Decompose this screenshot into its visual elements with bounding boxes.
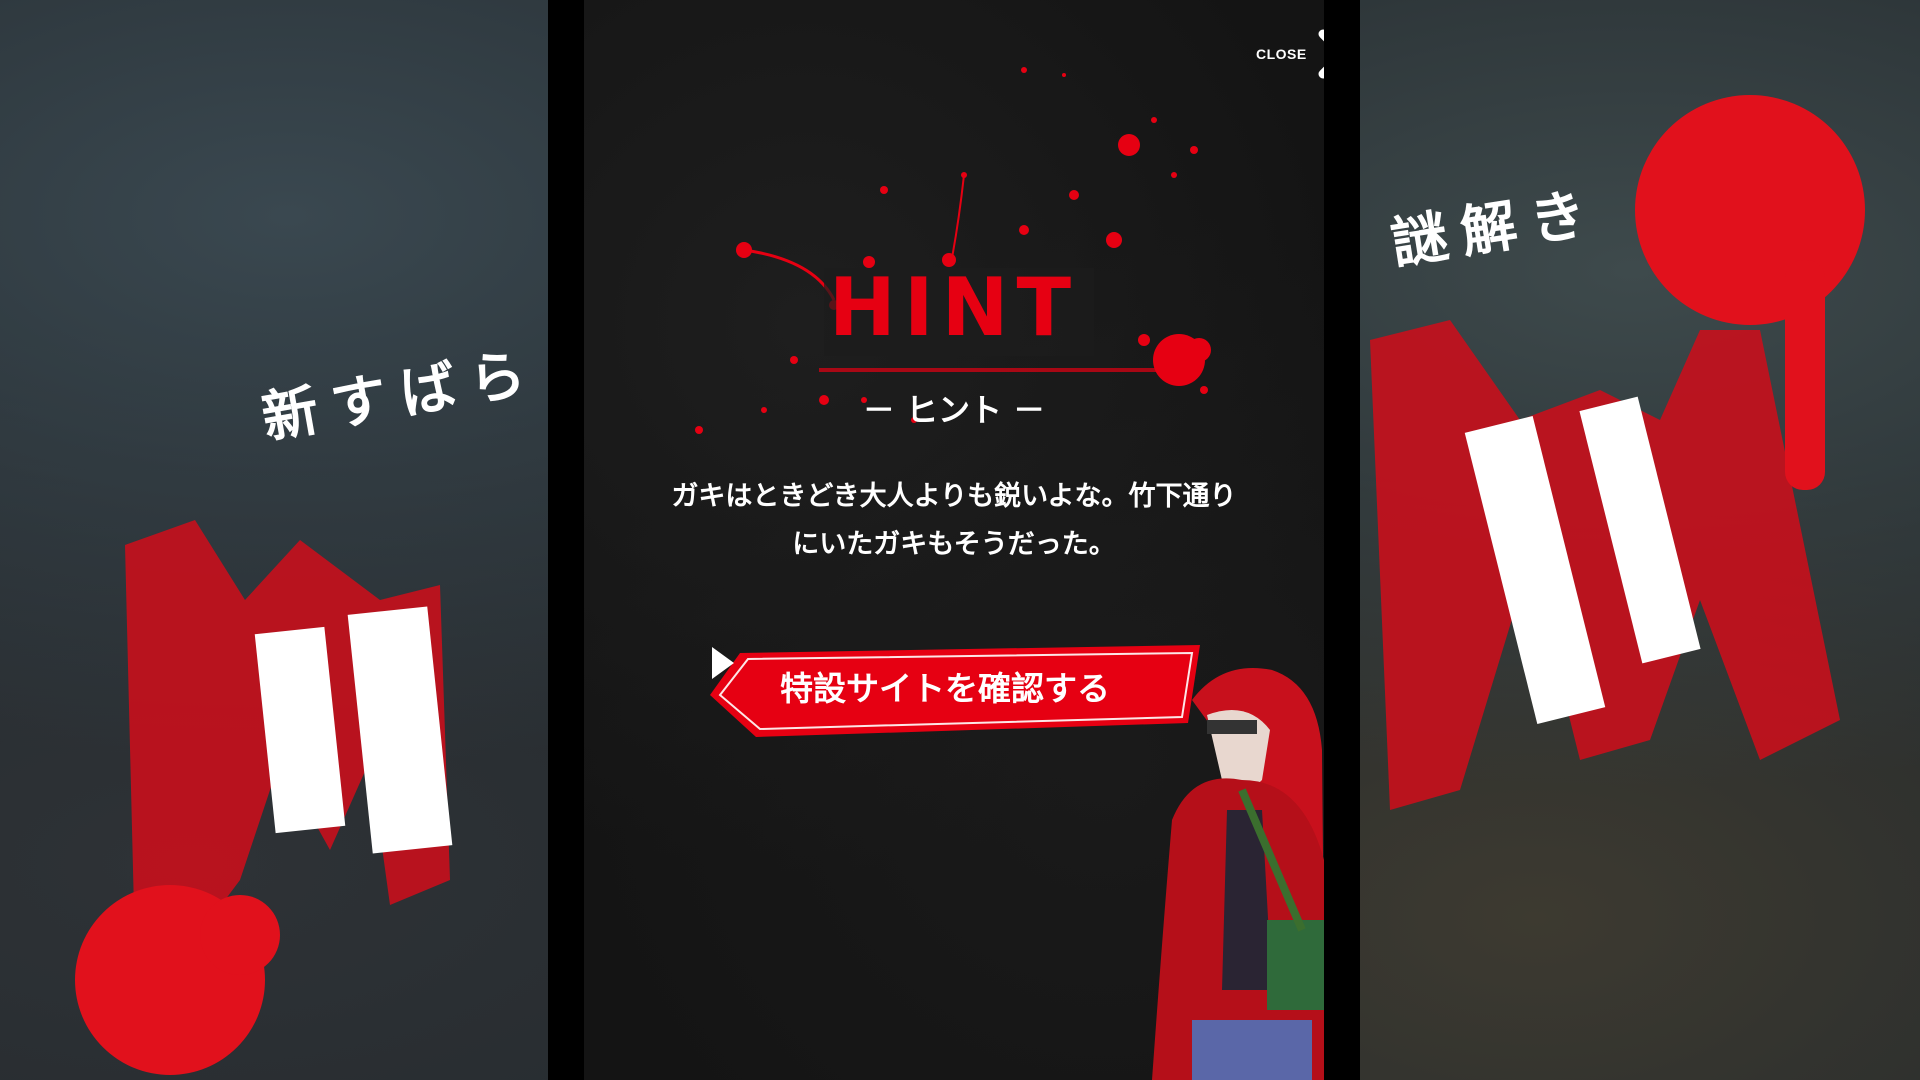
hint-title: HINT [828,261,1080,354]
cta-label: 特設サイトを確認する [780,669,1110,708]
hint-subtitle: － ヒント － [862,391,1046,429]
close-button[interactable]: CLOSE [1256,26,1324,82]
hint-line-2: にいたガキもそうだった。 [792,529,1116,560]
hint-line-1: ガキはときどき大人よりも鋭いよな。竹下通り [671,481,1237,512]
hint-modal-content: CLOSE HINT － ヒント － ガキはときどき大人よりも鋭いよな。竹下通り… [584,0,1324,1080]
close-icon [1318,29,1324,79]
official-site-button[interactable]: 特設サイトを確認する [710,645,1206,737]
close-label: CLOSE [1256,46,1307,62]
hint-body: ガキはときどき大人よりも鋭いよな。竹下通り にいたガキもそうだった。 [644,473,1264,569]
play-arrow-icon [712,647,734,679]
character-illustration [1152,668,1324,1080]
hint-modal: CLOSE HINT － ヒント － ガキはときどき大人よりも鋭いよな。竹下通り… [548,0,1360,1080]
